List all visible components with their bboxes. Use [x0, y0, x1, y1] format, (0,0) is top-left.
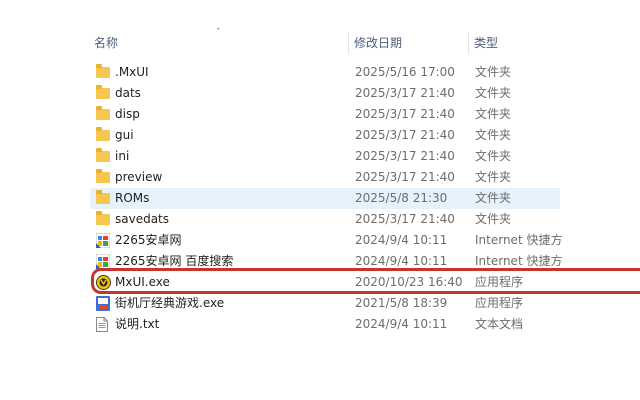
file-date: 2025/5/8 21:30	[355, 191, 448, 205]
folder-icon	[96, 106, 110, 120]
file-type: 文件夹	[475, 65, 512, 79]
file-type: 应用程序	[475, 296, 524, 310]
file-row[interactable]: gui 2025/3/17 21:40 文件夹	[90, 125, 640, 146]
text-document-icon	[96, 317, 110, 332]
file-date: 2025/3/17 21:40	[355, 170, 455, 184]
folder-icon	[96, 190, 110, 204]
sort-indicator: ˇ	[216, 28, 222, 38]
file-row[interactable]: preview 2025/3/17 21:40 文件夹	[90, 167, 640, 188]
folder-icon	[96, 85, 110, 99]
file-row[interactable]: 街机厅经典游戏.exe 2021/5/8 18:39 应用程序	[90, 293, 640, 314]
file-date: 2025/3/17 21:40	[355, 86, 455, 100]
folder-icon	[96, 64, 110, 78]
file-type: 文件夹	[475, 86, 512, 100]
file-list: .MxUI 2025/5/16 17:00 文件夹 dats 2025/3/17…	[90, 62, 640, 335]
file-type: 文件夹	[475, 107, 512, 121]
folder-icon	[96, 148, 110, 162]
column-header-bar: ˇ 名称 修改日期 类型	[86, 28, 640, 56]
folder-icon	[96, 127, 110, 141]
file-name: dats	[115, 86, 141, 100]
file-date: 2021/5/8 18:39	[355, 296, 448, 310]
file-name: 2265安卓网	[115, 233, 182, 247]
file-name: disp	[115, 107, 140, 121]
file-date: 2024/9/4 10:11	[355, 233, 448, 247]
column-header-date[interactable]: 修改日期	[354, 30, 402, 56]
file-name: 说明.txt	[115, 317, 160, 331]
file-row[interactable]: ini 2025/3/17 21:40 文件夹	[90, 146, 640, 167]
file-date: 2025/3/17 21:40	[355, 212, 455, 226]
internet-shortcut-icon	[95, 232, 111, 249]
file-date: 2024/9/4 10:11	[355, 317, 448, 331]
file-type: 文件夹	[475, 191, 512, 205]
file-date: 2025/3/17 21:40	[355, 149, 455, 163]
file-row[interactable]: .MxUI 2025/5/16 17:00 文件夹	[90, 62, 640, 83]
file-type: 文件夹	[475, 212, 512, 226]
file-name: ROMs	[115, 191, 150, 205]
internet-shortcut-icon	[95, 253, 111, 270]
file-row[interactable]: disp 2025/3/17 21:40 文件夹	[90, 104, 640, 125]
file-type: Internet 快捷方	[475, 233, 563, 247]
column-divider[interactable]	[348, 32, 349, 54]
folder-icon	[96, 211, 110, 225]
file-type: 文件夹	[475, 128, 512, 142]
file-name: 街机厅经典游戏.exe	[115, 296, 225, 310]
file-row[interactable]: savedats 2025/3/17 21:40 文件夹	[90, 209, 640, 230]
file-type: 文件夹	[475, 149, 512, 163]
arcade-app-icon	[96, 296, 110, 311]
file-row[interactable]: 说明.txt 2024/9/4 10:11 文本文档	[90, 314, 640, 335]
file-type: 文件夹	[475, 170, 512, 184]
file-date: 2025/3/17 21:40	[355, 128, 455, 142]
file-name: ini	[115, 149, 130, 163]
file-name: savedats	[115, 212, 170, 226]
folder-icon	[96, 169, 110, 183]
file-date: 2025/5/16 17:00	[355, 65, 455, 79]
file-name: preview	[115, 170, 163, 184]
file-date: 2025/3/17 21:40	[355, 107, 455, 121]
file-type: 文本文档	[475, 317, 524, 331]
file-row[interactable]: dats 2025/3/17 21:40 文件夹	[90, 83, 640, 104]
column-header-name[interactable]: 名称	[94, 30, 118, 56]
file-row[interactable]: 2265安卓网 2024/9/4 10:11 Internet 快捷方	[90, 230, 640, 251]
annotation-highlight-box	[91, 268, 640, 294]
file-row-selected[interactable]: ROMs 2025/5/8 21:30 文件夹	[90, 188, 560, 209]
column-divider[interactable]	[468, 32, 469, 54]
column-header-type[interactable]: 类型	[474, 30, 498, 56]
file-name: .MxUI	[115, 65, 149, 79]
file-name: gui	[115, 128, 134, 142]
